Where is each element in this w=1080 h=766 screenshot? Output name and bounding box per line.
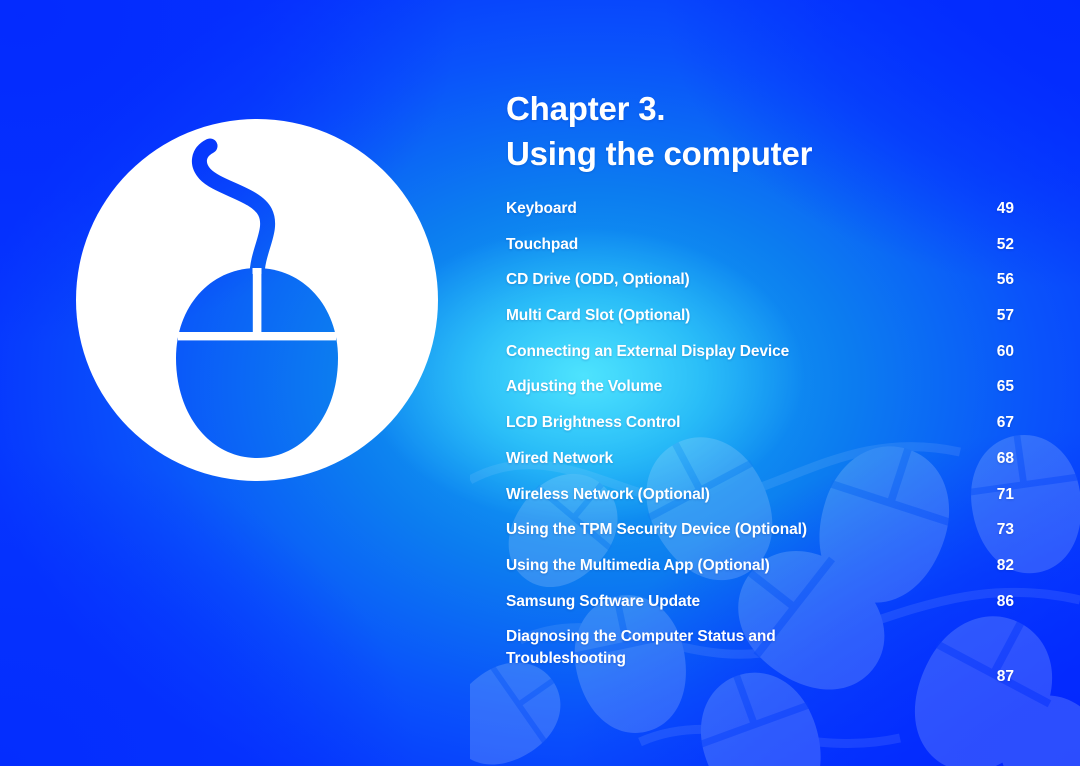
toc-entry-label: LCD Brightness Control xyxy=(506,414,681,432)
toc-entry-page-number: 71 xyxy=(996,485,1014,503)
chapter-name-line: Using the computer xyxy=(506,135,813,172)
toc-entry-label: Samsung Software Update xyxy=(506,592,701,610)
mouse-illustration xyxy=(60,100,460,520)
toc-entry[interactable]: Connecting an External Display Device 60 xyxy=(506,341,1026,377)
toc-entry-page-number: 73 xyxy=(996,521,1014,539)
toc-entry-page-number: 82 xyxy=(996,556,1014,574)
toc-entry-page-number: 68 xyxy=(996,449,1014,467)
table-of-contents: Keyboard 49 Touchpad 52 CD Drive (ODD, Optio… xyxy=(506,198,1026,688)
toc-entry-label: Using the Multimedia App (Optional) xyxy=(506,556,770,574)
toc-entry-page-number: 67 xyxy=(996,414,1014,432)
page-title: Chapter 3. Using the computer xyxy=(506,86,1026,176)
toc-entry[interactable]: Using the Multimedia App (Optional) 82 xyxy=(506,555,1026,591)
toc-entry-page-number: 87 xyxy=(996,668,1014,686)
toc-entry-page-number: 52 xyxy=(996,235,1014,253)
toc-entry-label: Adjusting the Volume xyxy=(506,378,663,396)
toc-entry[interactable]: Diagnosing the Computer Status and Troub… xyxy=(506,626,1026,688)
toc-entry[interactable]: Samsung Software Update 86 xyxy=(506,591,1026,627)
toc-entry[interactable]: CD Drive (ODD, Optional) 56 xyxy=(506,269,1026,305)
toc-entry-page-number: 65 xyxy=(996,378,1014,396)
toc-entry[interactable]: Adjusting the Volume 65 xyxy=(506,376,1026,412)
toc-entry-label: Touchpad xyxy=(506,235,579,253)
toc-entry-label: Multi Card Slot (Optional) xyxy=(506,307,691,325)
toc-entry[interactable]: Touchpad 52 xyxy=(506,234,1026,270)
toc-entry[interactable]: LCD Brightness Control 67 xyxy=(506,412,1026,448)
toc-entry[interactable]: Wireless Network (Optional) 71 xyxy=(506,484,1026,520)
toc-entry-page-number: 86 xyxy=(996,592,1014,610)
chapter-cover-page: Chapter 3. Using the computer Keyboard 49 T… xyxy=(0,0,1080,766)
toc-entry-label: Diagnosing the Computer Status and Troub… xyxy=(506,628,776,668)
toc-entry-page-number: 57 xyxy=(996,307,1014,325)
toc-entry-label: Using the TPM Security Device (Optional) xyxy=(506,521,807,539)
toc-entry-page-number: 49 xyxy=(996,200,1014,217)
toc-entry-label: Connecting an External Display Device xyxy=(506,342,790,360)
chapter-number-line: Chapter 3. xyxy=(506,90,666,127)
toc-entry-label: Wireless Network (Optional) xyxy=(506,485,710,503)
toc-entry-page-number: 60 xyxy=(996,342,1014,360)
content-column: Chapter 3. Using the computer Keyboard 49 T… xyxy=(506,86,1026,688)
toc-entry[interactable]: Keyboard 49 xyxy=(506,198,1026,234)
toc-entry[interactable]: Wired Network 68 xyxy=(506,448,1026,484)
toc-entry-label: Wired Network xyxy=(506,449,614,467)
toc-entry-label: Keyboard xyxy=(506,200,577,217)
toc-entry[interactable]: Using the TPM Security Device (Optional)… xyxy=(506,519,1026,555)
toc-entry-page-number: 56 xyxy=(996,271,1014,289)
toc-entry-label: CD Drive (ODD, Optional) xyxy=(506,271,690,289)
toc-entry[interactable]: Multi Card Slot (Optional) 57 xyxy=(506,305,1026,341)
